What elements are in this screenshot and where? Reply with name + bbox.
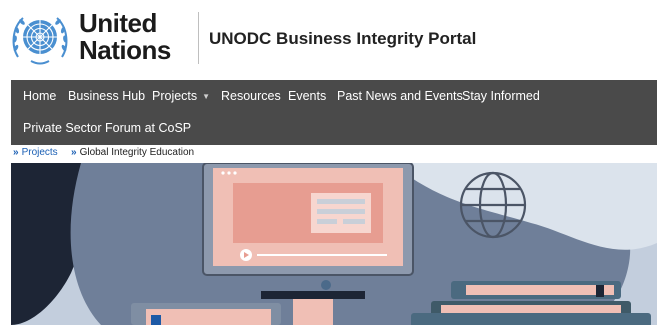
- site-header: United Nations UNODC Business Integrity …: [0, 0, 664, 80]
- header-divider: [198, 12, 199, 64]
- org-name-line1[interactable]: United: [79, 10, 157, 36]
- double-chevron-right-icon: »: [71, 147, 77, 158]
- nav-item-home[interactable]: Home: [23, 89, 56, 103]
- nav-item-past-news-and-events[interactable]: Past News and Events: [337, 89, 463, 103]
- breadcrumb-label: Global Integrity Education: [79, 147, 195, 158]
- caret-down-icon: ▼: [202, 92, 211, 101]
- hero-banner: [11, 163, 657, 325]
- nav-item-business-hub[interactable]: Business Hub: [68, 89, 145, 103]
- breadcrumb-item-global-integrity-education: » Global Integrity Education: [71, 147, 194, 158]
- nav-item-projects-label: Projects: [152, 89, 198, 103]
- un-emblem-icon[interactable]: [9, 8, 71, 70]
- nav-item-events[interactable]: Events: [288, 89, 326, 103]
- portal-title[interactable]: UNODC Business Integrity Portal: [209, 29, 476, 49]
- nav-item-private-sector-forum[interactable]: Private Sector Forum at CoSP: [23, 121, 191, 135]
- org-name-line2[interactable]: Nations: [79, 37, 171, 63]
- double-chevron-right-icon: »: [13, 147, 19, 158]
- e-learning-illustration: [11, 163, 657, 325]
- monitor-icon: [202, 163, 414, 290]
- breadcrumb-label: Projects: [21, 147, 58, 158]
- breadcrumb-item-projects[interactable]: » Projects: [13, 147, 58, 158]
- main-navigation: Home Business Hub Projects ▼ Resources Ev…: [11, 80, 657, 145]
- nav-item-projects[interactable]: Projects ▼: [152, 89, 210, 103]
- nav-item-resources[interactable]: Resources: [221, 89, 281, 103]
- nav-item-stay-informed[interactable]: Stay Informed: [462, 89, 540, 103]
